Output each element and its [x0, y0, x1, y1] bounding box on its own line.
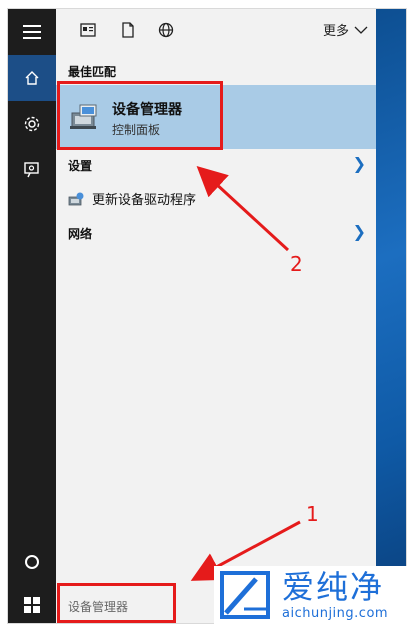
brand-logo-icon	[220, 571, 270, 619]
watermark-url: aichunjing.com	[282, 605, 389, 621]
chevron-down-icon	[354, 26, 368, 34]
start-left-rail	[8, 9, 56, 585]
hamburger-menu-icon[interactable]	[8, 9, 56, 55]
more-filters-button[interactable]: 更多	[323, 20, 368, 39]
document-icon[interactable]	[118, 20, 138, 40]
news-icon[interactable]	[78, 20, 98, 40]
highlight-box-best-match	[57, 81, 223, 150]
web-expand-icon[interactable]: ❯	[353, 222, 366, 241]
home-icon[interactable]	[8, 55, 56, 101]
settings-gear-icon[interactable]	[8, 101, 56, 147]
driver-update-icon	[68, 192, 84, 205]
filter-toolbar: 更多	[56, 9, 376, 51]
feedback-icon[interactable]	[8, 147, 56, 193]
web-heading: 网络	[68, 227, 93, 241]
watermark-brand: 爱纯净	[282, 567, 385, 606]
callout-number-2: 2	[290, 252, 303, 276]
best-match-heading: 最佳匹配	[68, 65, 117, 79]
watermark: 爱纯净 aichunjing.com	[214, 566, 410, 624]
more-label: 更多	[322, 24, 349, 39]
highlight-box-search	[57, 583, 176, 623]
cortana-circle-icon[interactable]	[8, 539, 56, 585]
update-driver-label: 更新设备驱动程序	[92, 193, 197, 208]
screenshot-page: 更多 最佳匹配 设备管理器 控制面板 设置 ❯ 更新设备驱动程序 网络 ❯ 设备…	[0, 0, 411, 626]
settings-heading: 设置	[68, 159, 93, 173]
windows-logo-icon[interactable]	[8, 585, 56, 623]
callout-number-1: 1	[306, 502, 319, 526]
settings-expand-icon[interactable]: ❯	[353, 154, 366, 173]
web-icon[interactable]	[156, 20, 176, 40]
desktop-background	[376, 9, 406, 623]
update-driver-result[interactable]: 更新设备驱动程序	[68, 189, 196, 208]
